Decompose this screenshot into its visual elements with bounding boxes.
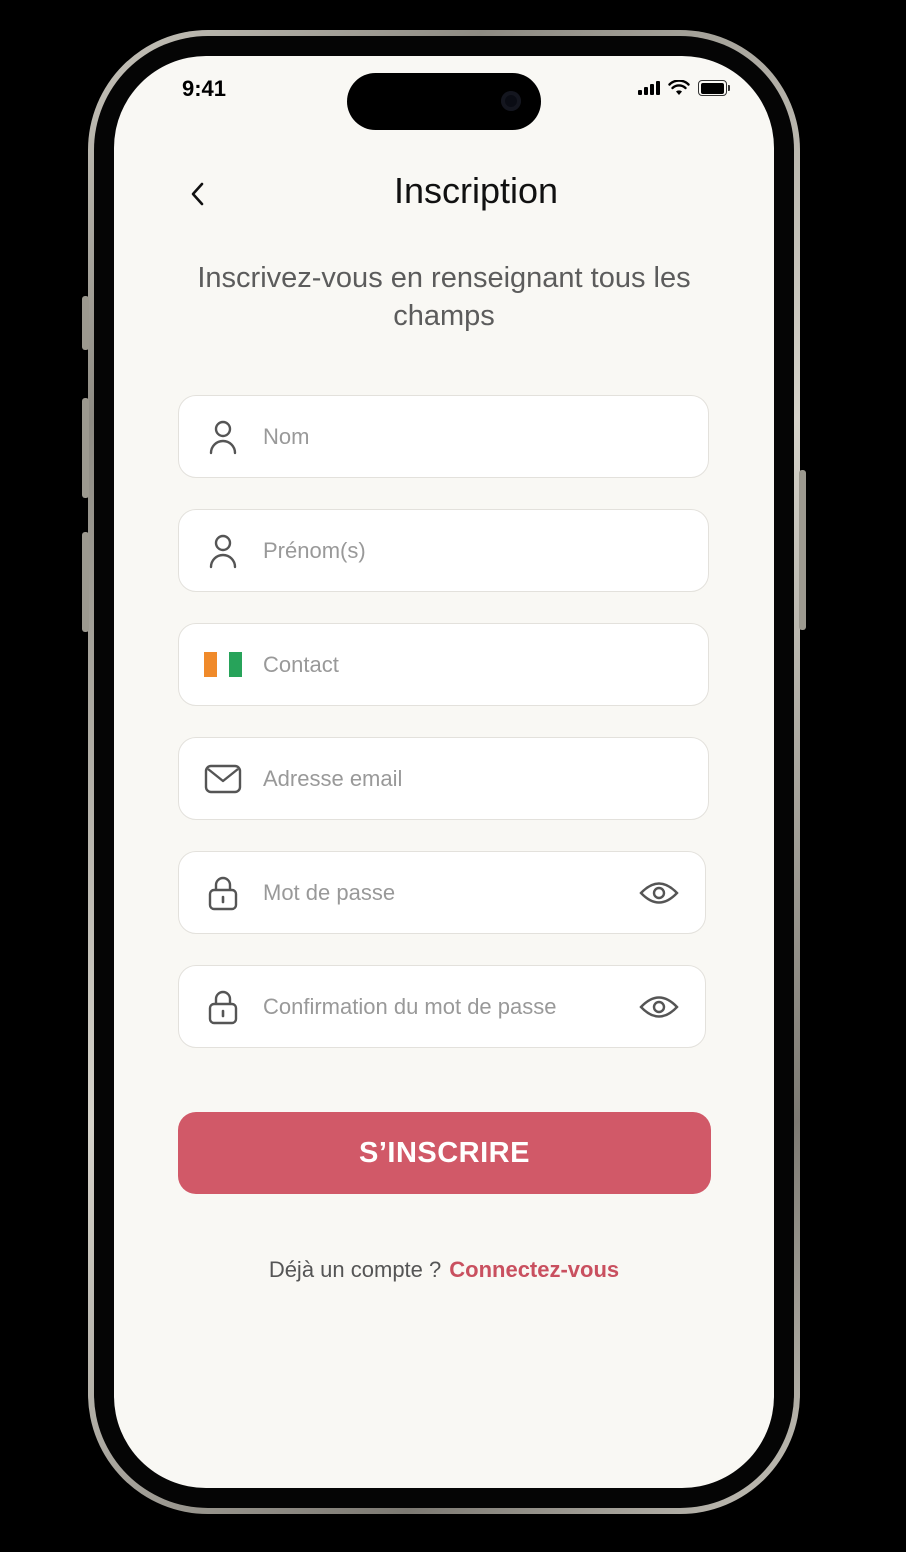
contact-field[interactable] xyxy=(178,623,709,706)
power-button xyxy=(799,470,806,630)
login-prompt: Déjà un compte ? Connectez-vous xyxy=(114,1257,774,1283)
email-field[interactable] xyxy=(178,737,709,820)
mail-icon xyxy=(201,759,245,799)
login-prompt-text: Déjà un compte ? xyxy=(268,1257,442,1282)
signup-button[interactable]: S’INSCRIRE xyxy=(178,1112,711,1194)
first-name-input[interactable] xyxy=(261,529,708,572)
last-name-field[interactable] xyxy=(178,395,709,478)
page-subtitle: Inscrivez-vous en renseignant tous les c… xyxy=(197,262,691,332)
battery-icon xyxy=(698,80,730,96)
password-input[interactable] xyxy=(261,871,637,914)
cellular-signal-icon xyxy=(638,81,660,95)
page-title: Inscription xyxy=(393,170,559,211)
last-name-input[interactable] xyxy=(261,415,708,458)
volume-down-button xyxy=(82,532,89,632)
login-link[interactable]: Connectez-vous xyxy=(449,1257,619,1282)
user-icon xyxy=(201,417,245,457)
first-name-field[interactable] xyxy=(178,509,709,592)
status-time: 9:41 xyxy=(182,76,227,101)
status-icons xyxy=(638,80,730,96)
lock-icon xyxy=(201,987,245,1027)
wifi-icon xyxy=(668,80,690,95)
camera-icon xyxy=(501,91,521,111)
confirm-password-field[interactable] xyxy=(178,965,706,1048)
eye-icon[interactable] xyxy=(637,987,681,1027)
user-icon xyxy=(201,531,245,571)
eye-icon[interactable] xyxy=(637,873,681,913)
dynamic-island xyxy=(347,73,541,130)
screen: 9:41 Inscription Inscrivez-vous en rense… xyxy=(114,56,774,1488)
email-input[interactable] xyxy=(261,757,708,800)
action-button xyxy=(82,296,89,350)
contact-input[interactable] xyxy=(261,643,708,686)
volume-up-button xyxy=(82,398,89,498)
flag-cote-divoire-icon[interactable] xyxy=(201,645,245,685)
confirm-password-input[interactable] xyxy=(261,985,637,1028)
password-field[interactable] xyxy=(178,851,706,934)
lock-icon xyxy=(201,873,245,913)
